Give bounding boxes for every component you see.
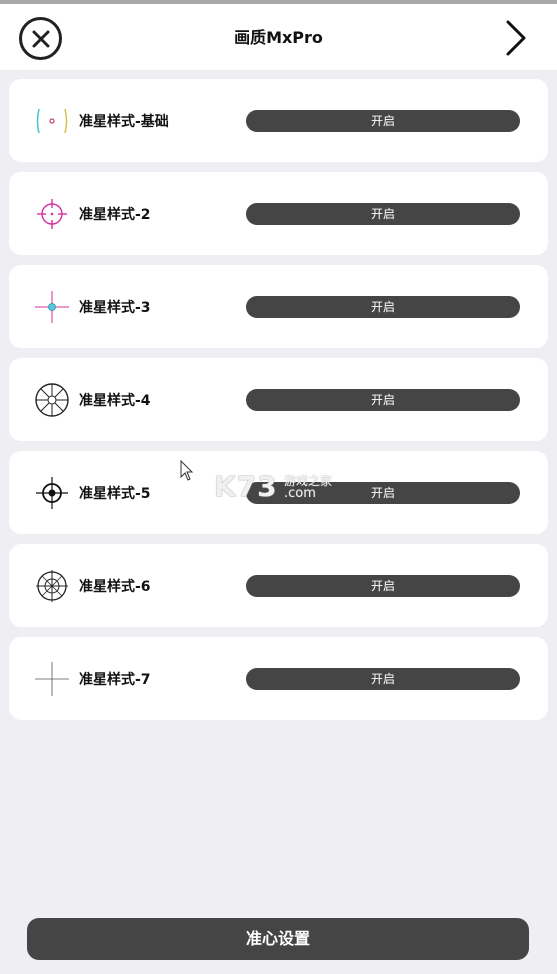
crosshair-label: 准星样式-3 — [79, 300, 151, 316]
crosshair-label: 准星样式-6 — [79, 579, 151, 595]
enable-button[interactable]: 开启 — [246, 482, 520, 504]
enable-button[interactable]: 开启 — [246, 575, 520, 597]
enable-button[interactable]: 开启 — [246, 296, 520, 318]
crosshair-row: 准星样式-3 开启 — [9, 265, 548, 348]
crosshair-label: 准星样式-4 — [79, 393, 151, 409]
crosshair-label: 准星样式-7 — [79, 672, 151, 688]
crosshair-row: 准星样式-2 开启 — [9, 172, 548, 255]
next-button[interactable] — [500, 18, 532, 58]
crosshair-7-icon — [35, 662, 69, 696]
crosshair-basic-icon — [36, 108, 68, 134]
crosshair-settings-button[interactable]: 准心设置 — [27, 918, 529, 960]
enable-button[interactable]: 开启 — [246, 389, 520, 411]
app-header: 画质MxPro — [0, 4, 557, 70]
crosshair-label: 准星样式-5 — [79, 486, 151, 502]
crosshair-row: 准星样式-6 开启 — [9, 544, 548, 627]
crosshair-5-icon — [36, 477, 68, 509]
enable-button[interactable]: 开启 — [246, 203, 520, 225]
chevron-right-icon — [506, 20, 526, 56]
crosshair-row: 准星样式-5 开启 — [9, 451, 548, 534]
crosshair-4-icon — [35, 383, 69, 417]
crosshair-3-icon — [35, 291, 69, 323]
crosshair-row: 准星样式-4 开启 — [9, 358, 548, 441]
crosshair-2-icon — [37, 199, 67, 229]
crosshair-6-icon — [36, 570, 68, 602]
crosshair-row: 准星样式-7 开启 — [9, 637, 548, 720]
enable-button[interactable]: 开启 — [246, 110, 520, 132]
enable-button[interactable]: 开启 — [246, 668, 520, 690]
page-title: 画质MxPro — [234, 28, 323, 47]
crosshair-row: 准星样式-基础 开启 — [9, 79, 548, 162]
crosshair-label: 准星样式-2 — [79, 207, 151, 223]
crosshair-label: 准星样式-基础 — [79, 114, 169, 130]
mouse-cursor-icon — [180, 460, 194, 481]
